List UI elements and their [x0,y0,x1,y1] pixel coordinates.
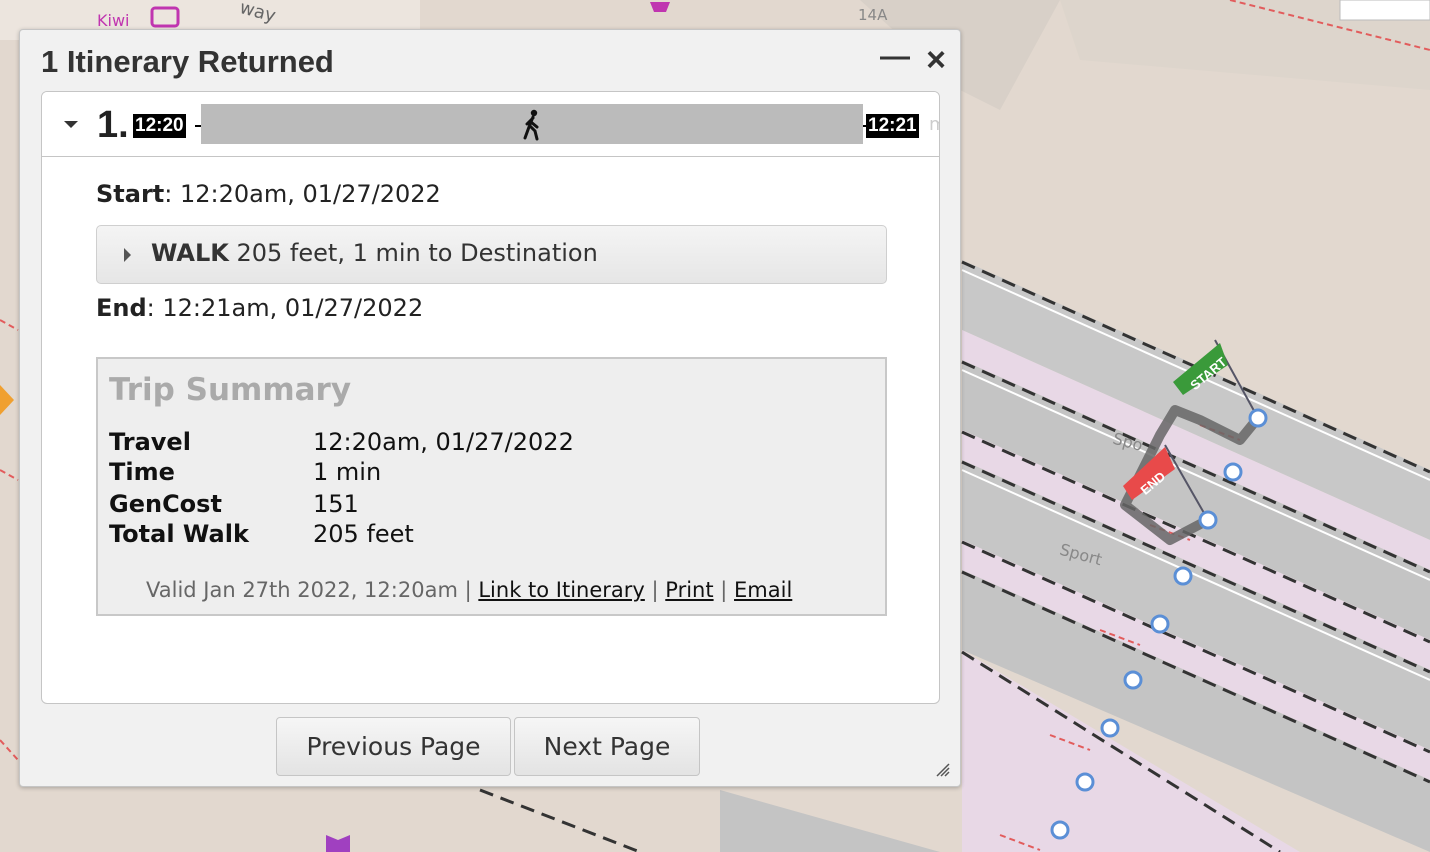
expand-caret-icon[interactable] [124,248,131,262]
summary-row: Time 1 min [109,458,809,488]
minimize-icon: — [880,40,910,73]
itinerary-content: 1. 12:20 12:21 m Start: 12:20am, 01/27/2… [41,91,940,704]
itinerary-header[interactable]: 1. 12:20 12:21 m [42,92,939,157]
svg-text:14A: 14A [858,6,888,24]
leg-text: WALK 205 feet, 1 min to Destination [151,239,598,267]
email-link[interactable]: Email [734,578,792,602]
summary-label: GenCost [109,490,222,518]
trip-summary-title: Trip Summary [109,372,352,408]
link-to-itinerary-link[interactable]: Link to Itinerary [478,578,645,602]
summary-value: 151 [313,490,359,518]
collapse-caret-icon[interactable] [64,121,78,128]
start-label: Start [96,180,165,208]
start-row: Start: 12:20am, 01/27/2022 [96,180,441,208]
itinerary-dialog: 1 Itinerary Returned — × 1. 12:20 12:21 … [19,29,961,787]
summary-label: Travel [109,428,191,456]
end-row: End: 12:21am, 01/27/2022 [96,294,423,322]
summary-row: GenCost 151 [109,490,809,520]
start-time-tag: 12:20 [133,114,186,138]
itinerary-number: 1. [97,104,129,146]
leg-detail: 205 feet, 1 min to Destination [228,239,598,267]
walk-leg-bar[interactable] [201,104,863,144]
end-label: End [96,294,147,322]
walk-icon [523,109,539,141]
end-value: : 12:21am, 01/27/2022 [146,294,424,322]
trip-summary: Trip Summary Travel 12:20am, 01/27/2022 … [96,357,887,616]
svg-text:Kiwi: Kiwi [97,11,129,30]
leg-mode: WALK [151,239,229,267]
validity-line: Valid Jan 27th 2022, 12:20am | Link to I… [146,578,792,602]
separator: | [713,578,735,602]
resize-grip-icon[interactable] [934,761,950,777]
summary-value: 1 min [313,458,382,486]
minimize-button[interactable]: — [880,42,910,76]
next-page-button[interactable]: Next Page [514,717,700,776]
overflow-text: m [929,114,939,135]
print-link[interactable]: Print [665,578,713,602]
summary-label: Total Walk [109,520,249,548]
walk-leg-row[interactable]: WALK 205 feet, 1 min to Destination [96,225,887,284]
separator: | [644,578,666,602]
summary-row: Total Walk 205 feet [109,520,809,550]
start-value: : 12:20am, 01/27/2022 [164,180,441,208]
summary-label: Time [109,458,175,486]
dialog-title: 1 Itinerary Returned [41,44,334,79]
end-time-tag: 12:21 [866,114,919,138]
previous-page-button[interactable]: Previous Page [276,717,511,776]
close-icon: × [926,41,946,79]
summary-row: Travel 12:20am, 01/27/2022 [109,428,809,458]
valid-text: Valid Jan 27th 2022, 12:20am [146,578,458,602]
separator: | [457,578,479,602]
summary-value: 205 feet [313,520,414,548]
close-button[interactable]: × [922,41,950,79]
summary-value: 12:20am, 01/27/2022 [313,428,574,456]
